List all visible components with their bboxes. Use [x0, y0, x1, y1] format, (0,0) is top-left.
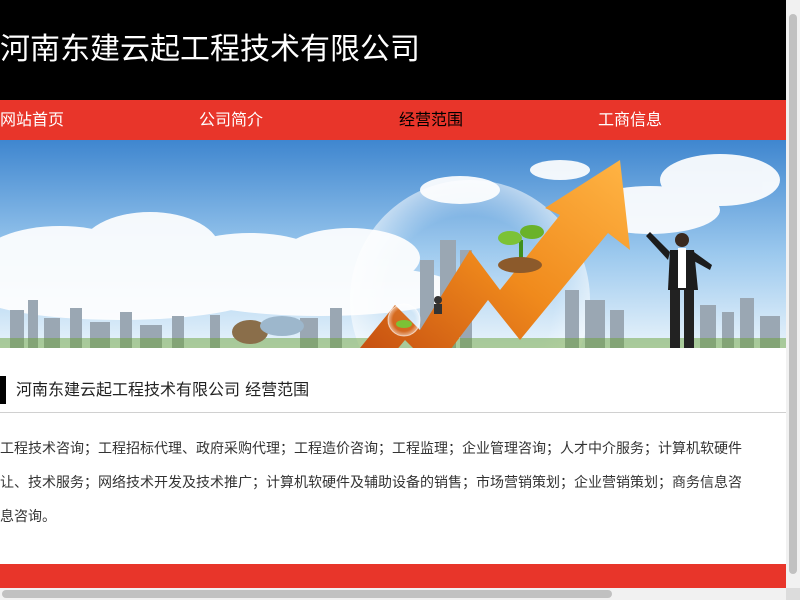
nav-item-business-scope[interactable]: 经营范围 [399, 100, 463, 140]
horizontal-scrollbar-thumb[interactable] [2, 590, 612, 598]
section-title: 河南东建云起工程技术有限公司 经营范围 [16, 380, 310, 399]
scope-line: 让、技术服务；网络技术开发及技术推广；计算机软硬件及辅助设备的销售；市场营销策划… [0, 475, 742, 491]
site-header: 河南东建云起工程技术有限公司 [0, 0, 786, 100]
main-nav: 网站首页 公司简介 经营范围 工商信息 [0, 100, 786, 140]
scope-line: 工程技术咨询；工程招标代理、政府采购代理；工程造价咨询；工程监理；企业管理咨询；… [0, 441, 742, 457]
page-viewport: 河南东建云起工程技术有限公司 网站首页 公司简介 经营范围 工商信息 河南东建云… [0, 0, 786, 588]
banner-image [0, 140, 786, 348]
site-title: 河南东建云起工程技术有限公司 [0, 32, 420, 67]
nav-item-business-info[interactable]: 工商信息 [598, 100, 662, 140]
vertical-scrollbar[interactable] [786, 0, 800, 588]
vertical-scrollbar-thumb[interactable] [789, 14, 797, 574]
hero-banner [0, 140, 786, 348]
section-divider [0, 412, 786, 413]
scrollbar-corner [786, 588, 800, 600]
heading-accent-bar [0, 376, 6, 404]
horizontal-scrollbar[interactable] [0, 588, 786, 600]
footer-bar [0, 564, 786, 588]
nav-item-about[interactable]: 公司简介 [199, 100, 263, 140]
nav-item-home[interactable]: 网站首页 [0, 100, 64, 140]
scope-line: 息咨询。 [0, 509, 56, 525]
business-scope-text: 工程技术咨询；工程招标代理、政府采购代理；工程造价咨询；工程监理；企业管理咨询；… [0, 432, 786, 534]
section-heading: 河南东建云起工程技术有限公司 经营范围 [0, 376, 786, 404]
